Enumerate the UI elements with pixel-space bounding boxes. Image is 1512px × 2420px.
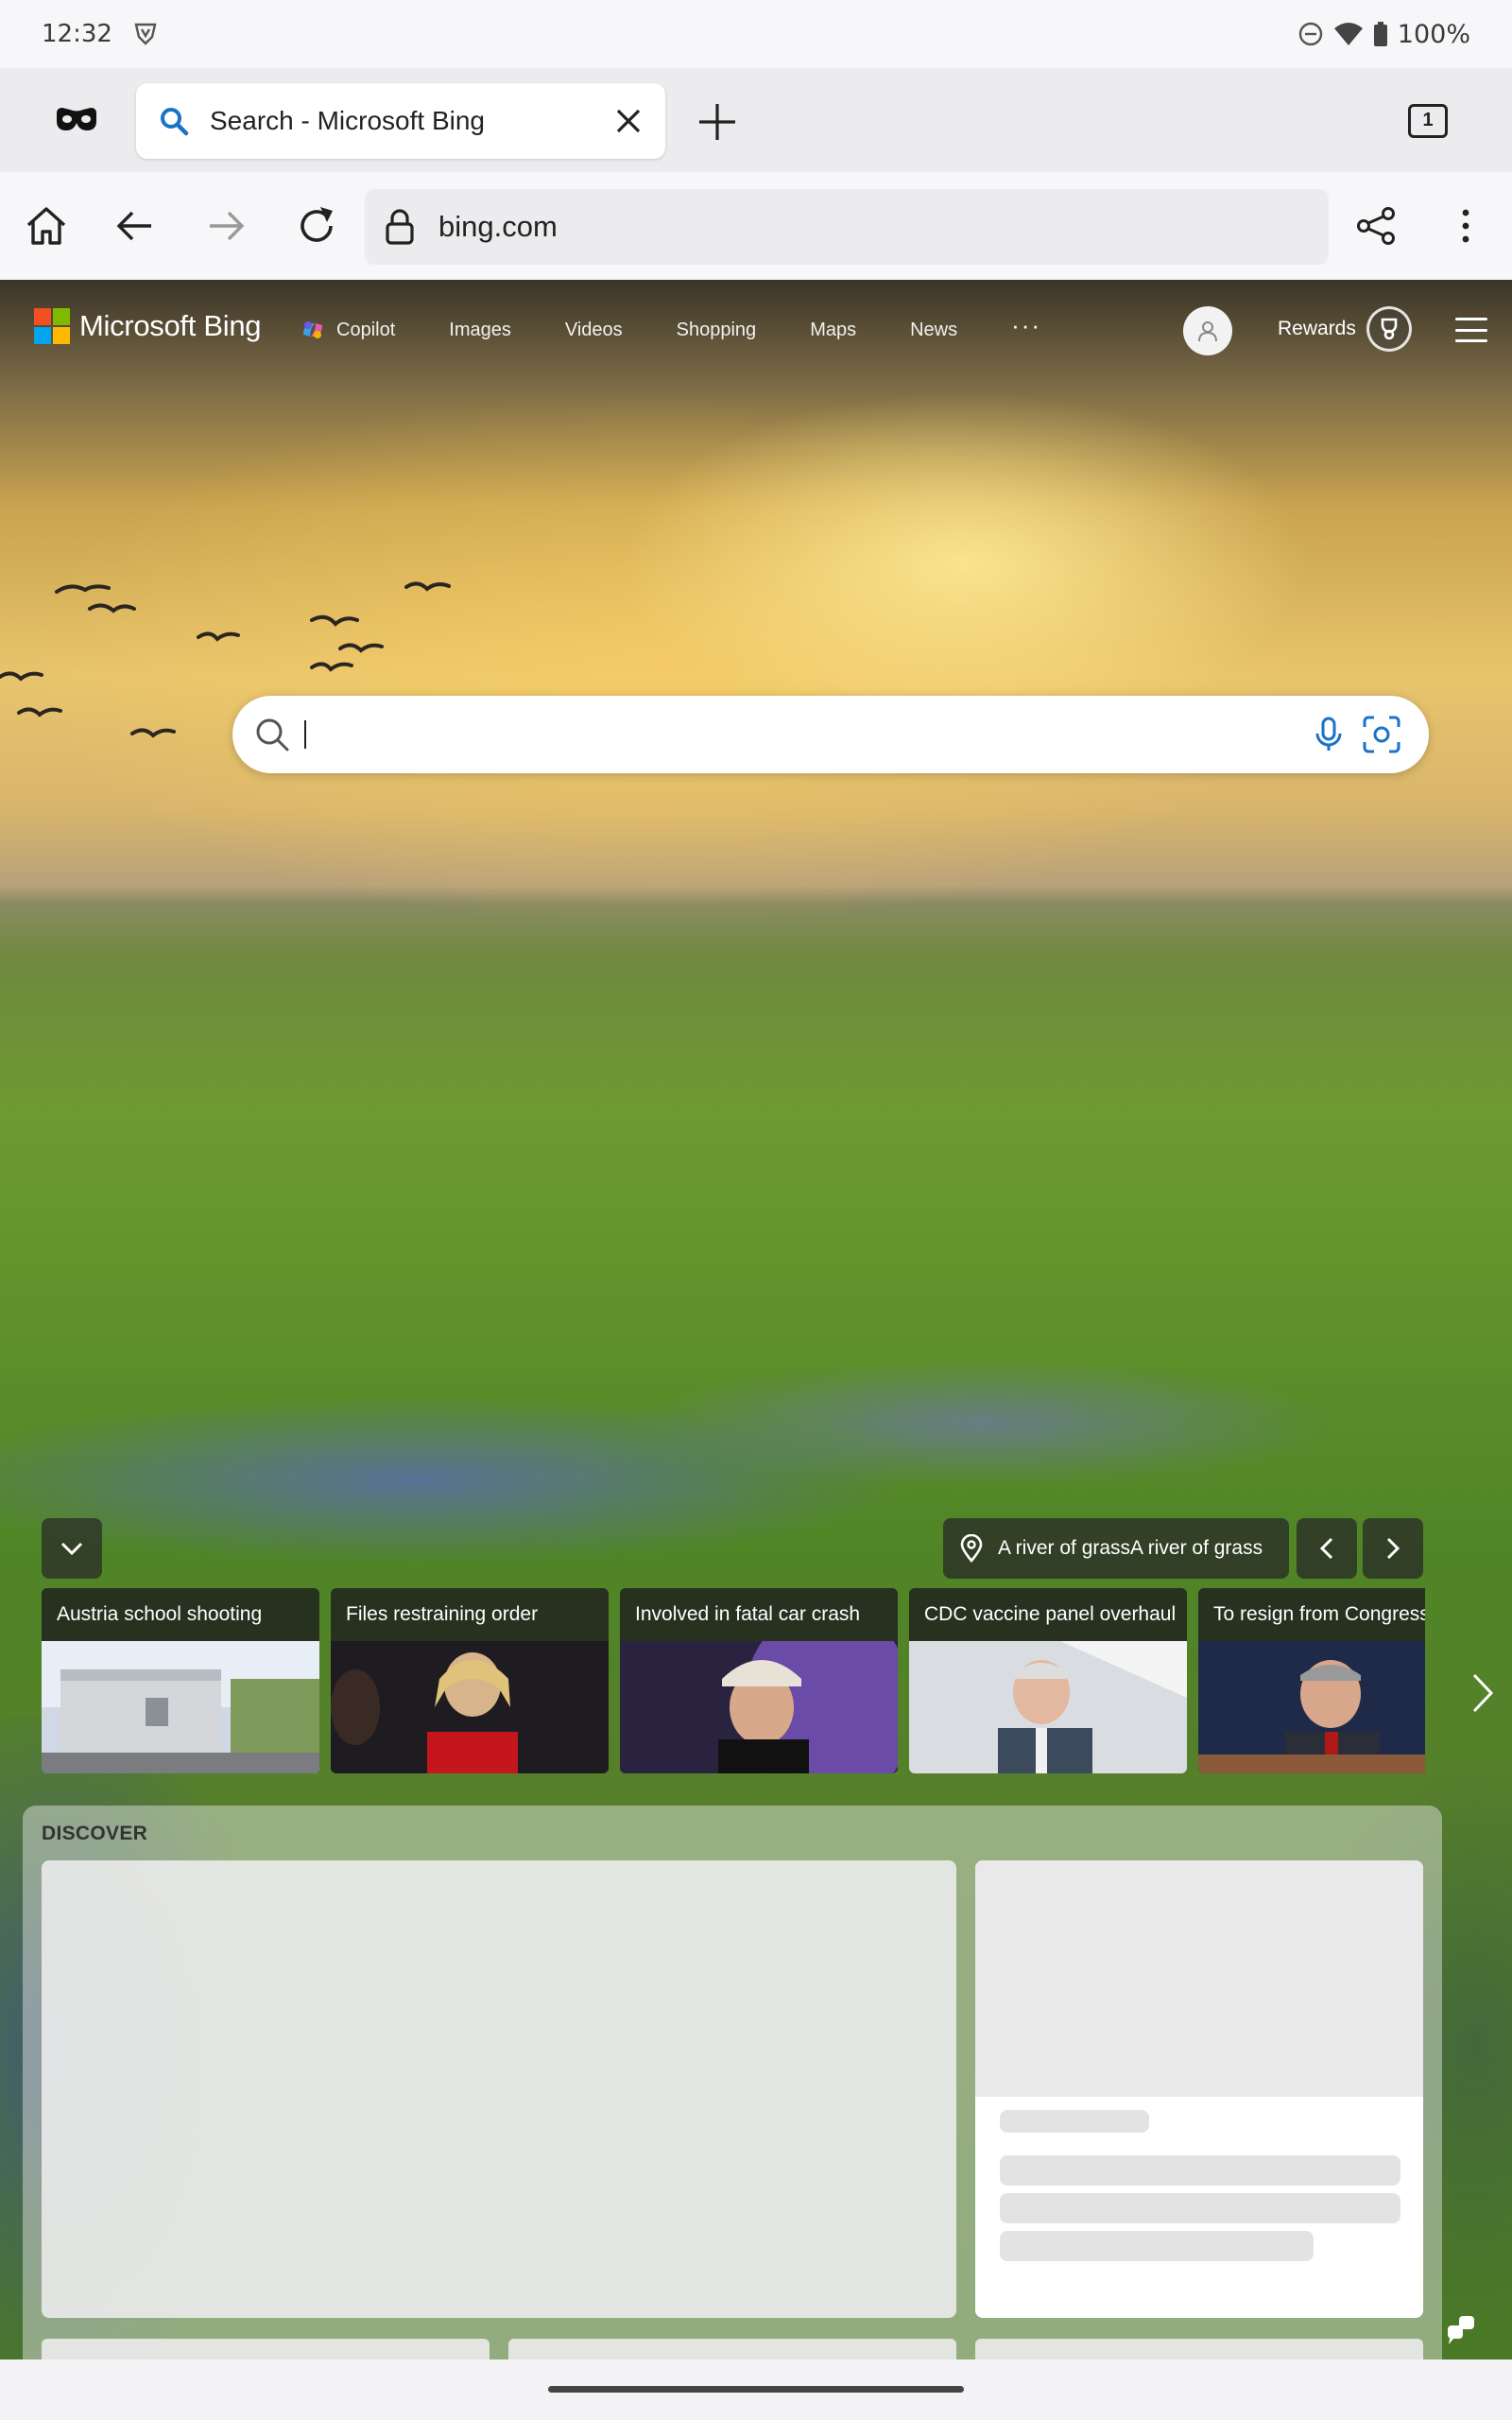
wifi-icon [1333, 23, 1363, 45]
battery-icon [1373, 22, 1387, 46]
nav-maps[interactable]: Maps [810, 320, 856, 341]
url-bar[interactable]: bing.com [365, 189, 1329, 265]
bing-header: Microsoft Bing Copilot Images Videos Sho… [0, 280, 1512, 378]
bing-homepage: Microsoft Bing Copilot Images Videos Sho… [0, 280, 1512, 2360]
navigation-gesture-bar [0, 2360, 1512, 2420]
placeholder-image [975, 1860, 1423, 2097]
news-title: Files restraining order [346, 1603, 539, 1625]
placeholder-line [1000, 2110, 1149, 2133]
previous-image-button[interactable] [1297, 1518, 1357, 1579]
news-title: To resign from Congress [1213, 1603, 1425, 1625]
nav-copilot[interactable]: Copilot [301, 318, 395, 342]
forward-icon[interactable] [202, 202, 249, 250]
microsoft-logo-icon [34, 308, 70, 344]
gesture-handle[interactable] [548, 2386, 964, 2393]
user-icon [1198, 321, 1217, 342]
battery-level: 100% [1397, 19, 1470, 49]
news-image [331, 1641, 609, 1773]
chevron-right-icon [1386, 1537, 1400, 1560]
next-image-button[interactable] [1363, 1518, 1423, 1579]
text-cursor [304, 720, 306, 749]
nav-images[interactable]: Images [449, 320, 511, 341]
placeholder-line [1000, 2231, 1314, 2261]
back-icon[interactable] [112, 202, 159, 250]
browser-toolbar: bing.com [0, 172, 1512, 280]
bing-search-box[interactable] [232, 696, 1429, 773]
status-time: 12:32 [42, 20, 112, 48]
status-right: 100% [1297, 20, 1470, 49]
news-carousel: Austria school shooting Files restrainin… [42, 1588, 1425, 1777]
microphone-icon[interactable] [1312, 716, 1346, 753]
image-info-button[interactable]: A river of grassA river of grass [943, 1518, 1289, 1579]
news-image [620, 1641, 898, 1773]
image-caption: A river of grassA river of grass [998, 1537, 1263, 1559]
vpn-shield-icon [134, 23, 157, 45]
dnd-icon [1298, 22, 1322, 46]
placeholder-line [1000, 2155, 1400, 2186]
rewards-label[interactable]: Rewards [1278, 318, 1356, 340]
discover-placeholder [975, 2339, 1423, 2360]
nav-more[interactable]: ··· [1011, 311, 1041, 340]
tab-strip: Search - Microsoft Bing 1 [0, 68, 1512, 172]
news-card[interactable]: CDC vaccine panel overhaul [909, 1588, 1187, 1773]
bing-nav-links: Copilot Images Videos Shopping Maps News… [301, 311, 1041, 342]
share-icon[interactable] [1353, 202, 1400, 250]
news-image [42, 1641, 319, 1773]
tab-count-button[interactable]: 1 [1408, 104, 1448, 138]
search-icon [256, 718, 289, 752]
chat-icon[interactable] [1444, 2312, 1478, 2346]
discover-placeholder-large [42, 1860, 956, 2318]
location-pin-icon [960, 1534, 983, 1563]
lock-icon [386, 209, 414, 245]
incognito-mask-icon[interactable] [55, 102, 98, 136]
placeholder-line [1000, 2193, 1400, 2223]
visual-search-icon[interactable] [1361, 714, 1402, 755]
news-title: Involved in fatal car crash [635, 1603, 861, 1625]
more-menu-icon[interactable] [1442, 202, 1489, 250]
discover-placeholder [508, 2339, 956, 2360]
discover-placeholder [42, 2339, 490, 2360]
chevron-left-icon [1319, 1537, 1333, 1560]
discover-placeholder-card [975, 1860, 1423, 2318]
active-tab[interactable]: Search - Microsoft Bing [136, 83, 665, 159]
rewards-badge[interactable] [1366, 306, 1412, 352]
discover-label: DISCOVER [42, 1823, 148, 1844]
brand-name: Microsoft Bing [79, 309, 262, 342]
nav-copilot-label: Copilot [336, 319, 396, 340]
search-icon [161, 108, 189, 136]
news-image [909, 1641, 1187, 1773]
news-card[interactable]: Involved in fatal car crash [620, 1588, 898, 1773]
status-bar: 12:32 100% [0, 0, 1512, 68]
nav-news[interactable]: News [910, 320, 957, 341]
reload-icon[interactable] [293, 202, 340, 250]
discover-section: DISCOVER [23, 1806, 1442, 2360]
trophy-icon [1381, 318, 1398, 340]
news-image [1198, 1641, 1425, 1773]
tab-title: Search - Microsoft Bing [210, 106, 485, 135]
news-card[interactable]: To resign from Congress [1198, 1588, 1425, 1773]
news-next-chevron-icon[interactable] [1463, 1669, 1501, 1717]
home-icon[interactable] [23, 202, 70, 250]
sign-in-avatar[interactable] [1183, 306, 1232, 355]
chevron-down-icon [60, 1542, 83, 1556]
copilot-icon [303, 321, 322, 338]
new-tab-icon[interactable] [696, 100, 739, 144]
news-title: CDC vaccine panel overhaul [924, 1603, 1177, 1625]
news-title: Austria school shooting [57, 1603, 263, 1625]
collapse-button[interactable] [42, 1518, 102, 1579]
bing-logo[interactable]: Microsoft Bing [34, 308, 262, 344]
news-card[interactable]: Files restraining order [331, 1588, 609, 1773]
nav-videos[interactable]: Videos [565, 320, 623, 341]
close-tab-icon[interactable] [614, 107, 643, 135]
hamburger-menu-icon[interactable] [1455, 318, 1487, 342]
url-text: bing.com [438, 210, 558, 243]
news-card[interactable]: Austria school shooting [42, 1588, 319, 1773]
nav-shopping[interactable]: Shopping [677, 320, 757, 341]
